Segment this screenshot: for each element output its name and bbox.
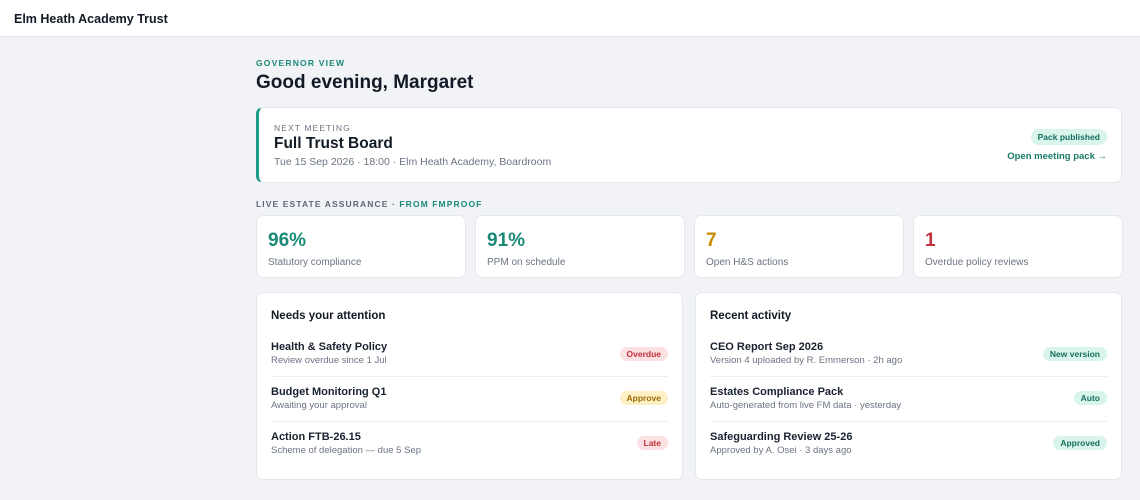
attention-item[interactable]: Action FTB-26.15 Scheme of delegation — …	[271, 421, 668, 466]
assurance-label: LIVE ESTATE ASSURANCE ·	[256, 199, 396, 209]
item-title: Health & Safety Policy	[271, 341, 388, 353]
status-badge: Overdue	[619, 347, 668, 361]
app-title[interactable]: Elm Heath Academy Trust	[14, 12, 168, 26]
item-subtitle: Version 4 uploaded by R. Emmerson · 2h a…	[710, 355, 903, 366]
item-subtitle: Review overdue since 1 Jul	[271, 355, 387, 366]
panel-title: Needs your attention	[271, 310, 386, 322]
stat-value: 7	[706, 230, 717, 251]
top-bar: Elm Heath Academy Trust	[0, 0, 1140, 37]
status-badge: New version	[1042, 347, 1107, 361]
page-title: Good evening, Margaret	[256, 72, 474, 93]
stat-label: Open H&S actions	[706, 257, 789, 268]
item-title: Budget Monitoring Q1	[271, 386, 387, 398]
activity-item[interactable]: Safeguarding Review 25-26 Approved by A.…	[710, 421, 1107, 466]
item-title: Estates Compliance Pack	[710, 386, 844, 398]
panel-title: Recent activity	[710, 310, 792, 322]
stat-value: 91%	[487, 230, 526, 251]
status-badge: Approved	[1053, 436, 1107, 450]
item-title: CEO Report Sep 2026	[710, 341, 824, 353]
stat-value: 1	[925, 230, 936, 251]
item-subtitle: Awaiting your approval	[271, 400, 367, 411]
stat-label: Statutory compliance	[268, 257, 362, 268]
pack-status-badge: Pack published	[1030, 129, 1107, 145]
stat-card-ppm-on-schedule[interactable]: 91% PPM on schedule	[475, 215, 685, 278]
open-meeting-pack-link[interactable]: Open meeting pack →	[1007, 151, 1107, 162]
stat-label: Overdue policy reviews	[925, 257, 1029, 268]
stat-card-statutory-compliance[interactable]: 96% Statutory compliance	[256, 215, 466, 278]
next-meeting-label: NEXT MEETING	[274, 123, 351, 133]
stat-value: 96%	[268, 230, 307, 251]
stat-card-overdue-policy-reviews[interactable]: 1 Overdue policy reviews	[913, 215, 1123, 278]
assurance-section-label: LIVE ESTATE ASSURANCE · FROM FMPROOF	[256, 199, 482, 209]
item-title: Safeguarding Review 25-26	[710, 431, 853, 443]
view-label: GOVERNOR VIEW	[256, 58, 346, 68]
attention-item[interactable]: Budget Monitoring Q1 Awaiting your appro…	[271, 376, 668, 421]
activity-item[interactable]: Estates Compliance Pack Auto-generated f…	[710, 376, 1107, 421]
stat-card-open-hs-actions[interactable]: 7 Open H&S actions	[694, 215, 904, 278]
recent-activity-panel: Recent activity CEO Report Sep 2026 Vers…	[695, 292, 1122, 480]
meeting-title: Full Trust Board	[274, 135, 393, 152]
item-subtitle: Approved by A. Osei · 3 days ago	[710, 445, 852, 456]
needs-attention-panel: Needs your attention Health & Safety Pol…	[256, 292, 683, 480]
status-badge: Approve	[619, 391, 668, 405]
assurance-source: FROM FMPROOF	[399, 199, 483, 209]
status-badge: Late	[636, 436, 668, 450]
meeting-details: Tue 15 Sep 2026 · 18:00 · Elm Heath Acad…	[274, 156, 552, 168]
item-title: Action FTB-26.15	[271, 431, 361, 443]
status-badge: Auto	[1073, 391, 1107, 405]
stat-label: PPM on schedule	[487, 257, 566, 268]
item-subtitle: Scheme of delegation — due 5 Sep	[271, 445, 421, 456]
next-meeting-card[interactable]: NEXT MEETING Full Trust Board Tue 15 Sep…	[256, 107, 1122, 183]
item-subtitle: Auto-generated from live FM data · yeste…	[710, 400, 902, 411]
